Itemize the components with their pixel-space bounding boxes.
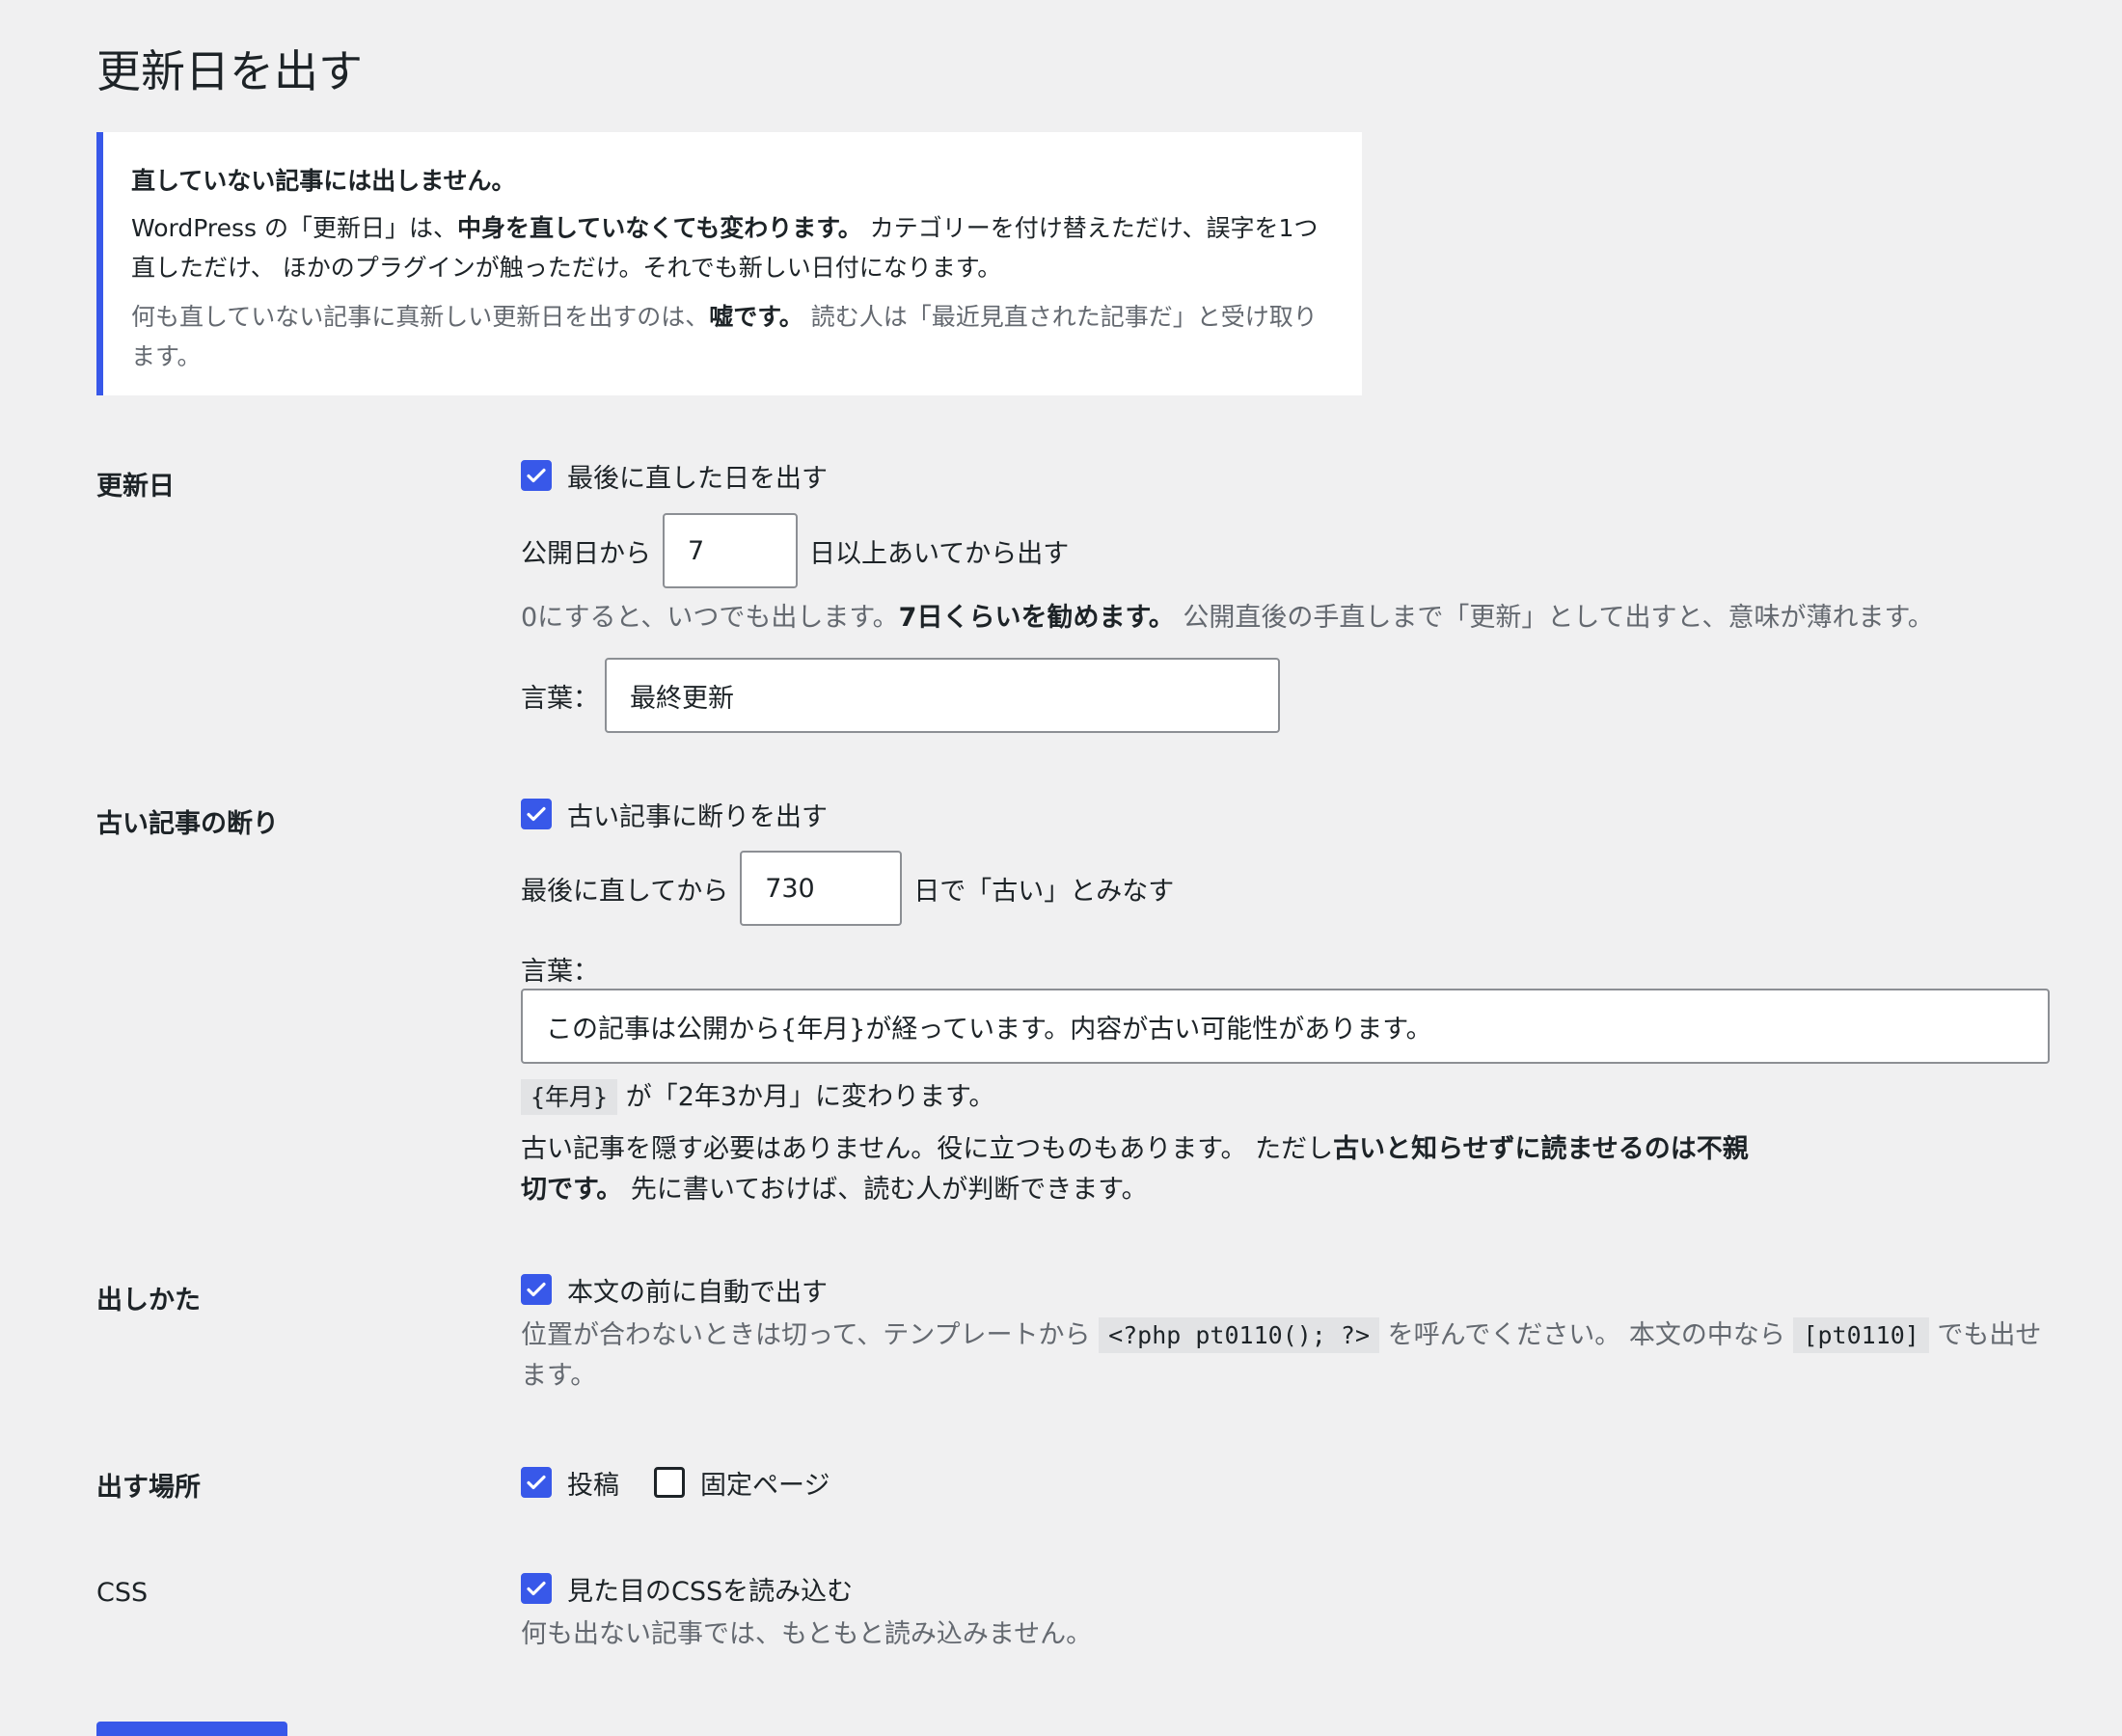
- css-checkbox[interactable]: [521, 1573, 552, 1604]
- old-field: 古い記事に断りを出す: [521, 796, 828, 833]
- updated-desc-text-2: 公開直後の手直しまで「更新」として出すと、意味が薄れます。: [1174, 603, 1934, 633]
- notice-sub-text: 何も直していない記事に真新しい更新日を出すのは、: [131, 303, 710, 331]
- checkmark-icon: [527, 806, 546, 822]
- placement-section-label: 出しかた: [96, 1286, 201, 1316]
- notice-sub-strong: 嘘です。: [709, 303, 803, 331]
- old-checkbox[interactable]: [521, 799, 552, 829]
- old-body-text-1: 古い記事を隠す必要はありません。役に立つものもあります。 ただし: [521, 1134, 1334, 1164]
- old-token-row: {年月} が「2年3か月」に変わります。: [521, 1077, 994, 1118]
- updated-days-prefix: 公開日から: [521, 538, 651, 569]
- old-checkbox-label[interactable]: 古い記事に断りを出す: [567, 796, 828, 833]
- shortcode-code: [pt0110]: [1793, 1317, 1929, 1353]
- old-days-suffix: 日で「古い」とみなす: [913, 876, 1175, 907]
- notice-body: WordPress の「更新日」は、中身を直していなくても変わります。 カテゴリ…: [131, 208, 1323, 287]
- placement-checkbox[interactable]: [521, 1274, 552, 1305]
- page-checkbox[interactable]: [654, 1467, 685, 1498]
- old-days-prefix: 最後に直してから: [521, 876, 729, 907]
- updated-checkbox[interactable]: [521, 460, 552, 491]
- placement-description: 位置が合わないときは切って、テンプレートから <?php pt0110(); ?…: [521, 1316, 2054, 1397]
- checkmark-icon: [527, 1282, 546, 1297]
- old-word-label: 言葉：: [521, 957, 599, 987]
- css-description: 何も出ない記事では、もともと読み込みません。: [521, 1619, 1093, 1649]
- notice-title: 直していない記事には出しません。: [131, 167, 516, 195]
- updated-word-label: 言葉：: [521, 683, 599, 714]
- updated-word-input[interactable]: 最終更新: [605, 658, 1280, 733]
- css-checkbox-label[interactable]: 見た目のCSSを読み込む: [567, 1570, 853, 1608]
- checkmark-icon: [527, 1475, 546, 1490]
- notice-body-strong: 中身を直していなくても変わります。: [457, 214, 862, 242]
- location-field: 投稿 固定ページ: [521, 1464, 830, 1502]
- post-checkbox[interactable]: [521, 1467, 552, 1498]
- notice-sub: 何も直していない記事に真新しい更新日を出すのは、嘘です。 読む人は「最近見直され…: [131, 297, 1323, 376]
- old-word-row: この記事は公開から{年月}が経っています。内容が古い可能性があります。: [521, 989, 2050, 1064]
- placement-checkbox-label[interactable]: 本文の前に自動で出す: [567, 1271, 828, 1309]
- post-checkbox-label[interactable]: 投稿: [567, 1464, 619, 1502]
- updated-days-input[interactable]: 7: [663, 513, 798, 588]
- css-field: 見た目のCSSを読み込む: [521, 1570, 853, 1608]
- token-desc: が「2年3か月」に変わります。: [617, 1082, 995, 1112]
- page-title: 更新日を出す: [96, 45, 363, 97]
- php-code: <?php pt0110(); ?>: [1099, 1317, 1380, 1353]
- page-checkbox-label[interactable]: 固定ページ: [700, 1464, 830, 1502]
- updated-checkbox-label[interactable]: 最後に直した日を出す: [567, 457, 828, 495]
- old-days-row: 最後に直してから 730 日で「古い」とみなす: [521, 851, 1174, 926]
- old-body-text-2: 先に書いておけば、読む人が判断できます。: [622, 1175, 1148, 1205]
- old-section-label: 古い記事の断り: [96, 809, 279, 839]
- info-notice: 直していない記事には出しません。 WordPress の「更新日」は、中身を直し…: [96, 132, 1362, 395]
- checkmark-icon: [527, 1581, 546, 1596]
- updated-section-label: 更新日: [96, 472, 175, 502]
- location-section-label: 出す場所: [96, 1473, 201, 1503]
- settings-page: 更新日を出す 直していない記事には出しません。 WordPress の「更新日」…: [0, 0, 2122, 1736]
- token-code: {年月}: [521, 1079, 618, 1115]
- updated-desc-text: 0にすると、いつでも出します。: [521, 603, 899, 633]
- placement-desc-text-2: を呼んでください。 本文の中なら: [1379, 1320, 1794, 1350]
- updated-field: 最後に直した日を出す: [521, 457, 828, 495]
- old-word-input[interactable]: この記事は公開から{年月}が経っています。内容が古い可能性があります。: [521, 989, 2050, 1064]
- old-days-input[interactable]: 730: [740, 851, 903, 926]
- save-button[interactable]: [96, 1722, 287, 1736]
- updated-days-row: 公開日から 7 日以上あいてから出す: [521, 513, 1069, 588]
- updated-days-suffix: 日以上あいてから出す: [809, 538, 1070, 569]
- placement-desc-text: 位置が合わないときは切って、テンプレートから: [521, 1320, 1100, 1350]
- placement-field: 本文の前に自動で出す: [521, 1271, 828, 1309]
- updated-description: 0にすると、いつでも出します。7日くらいを勧めます。 公開直後の手直しまで「更新…: [521, 598, 1934, 638]
- updated-desc-strong: 7日くらいを勧めます。: [898, 603, 1175, 633]
- notice-body-text: WordPress の「更新日」は、: [131, 214, 458, 242]
- css-section-label: CSS: [96, 1578, 149, 1608]
- checkmark-icon: [527, 468, 546, 483]
- old-body-text: 古い記事を隠す必要はありません。役に立つものもあります。 ただし古いと知らせずに…: [521, 1129, 1765, 1210]
- updated-word-row: 言葉： 最終更新: [521, 658, 1280, 733]
